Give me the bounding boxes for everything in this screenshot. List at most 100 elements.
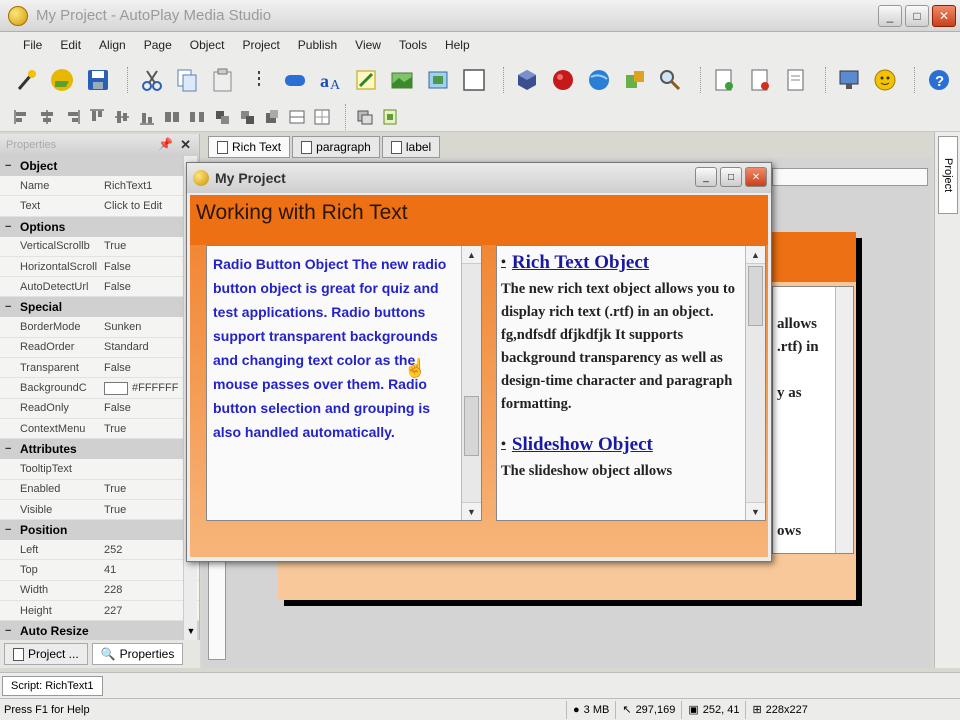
project-dock-tab[interactable]: Project [938,136,958,214]
scroll-up-icon[interactable]: ▲ [462,246,481,264]
design-rich-text-object[interactable]: allows .rtf) in y as ows [772,286,854,554]
label-object-icon[interactable]: aA [316,65,345,95]
menu-view[interactable]: View [346,38,390,52]
property-row[interactable]: BorderMode Sunken [0,317,199,338]
image-object-icon[interactable] [388,65,417,95]
menu-edit[interactable]: Edit [51,38,90,52]
radio-button-rich-text[interactable]: Radio Button Object The new radio button… [206,245,482,521]
same-width-icon[interactable] [262,107,282,127]
property-row[interactable]: HorizontalScroll False [0,257,199,278]
property-row[interactable]: VerticalScrollb True [0,237,199,257]
help-icon[interactable]: ? [924,65,953,95]
scroll-up-icon[interactable]: ▲ [746,246,765,264]
scroll-thumb[interactable] [748,266,763,326]
grid-icon[interactable] [312,107,332,127]
preview-maximize-button[interactable]: □ [720,167,742,187]
align-center-icon[interactable] [37,107,57,127]
rich-text-scrollbar[interactable] [835,287,853,553]
same-height-icon[interactable] [287,107,307,127]
menu-page[interactable]: Page [135,38,181,52]
property-row[interactable]: ContextMenu True [0,419,199,440]
color-swatch[interactable] [104,381,128,395]
preview-minimize-button[interactable]: _ [695,167,717,187]
property-row[interactable]: AutoDetectUrl False [0,277,199,298]
menu-file[interactable]: File [14,38,51,52]
menu-object[interactable]: Object [181,38,234,52]
align-bottom-icon[interactable] [137,107,157,127]
property-row[interactable]: ReadOnly False [0,399,199,419]
paragraph-object-icon[interactable] [352,65,381,95]
globe-icon[interactable] [584,65,613,95]
align-left-icon[interactable] [12,107,32,127]
rich-text-heading[interactable]: • Rich Text Object [501,248,741,278]
align-middle-icon[interactable] [112,107,132,127]
menu-tools[interactable]: Tools [390,38,436,52]
heading-link[interactable]: Rich Text Object [512,248,649,278]
slideshow-heading[interactable]: • Slideshow Object [501,430,741,460]
property-row[interactable]: Height 227 [0,601,199,622]
align-top-icon[interactable] [87,107,107,127]
close-button[interactable]: ✕ [932,5,956,27]
preview-close-button[interactable]: ✕ [745,167,767,187]
tab-paragraph[interactable]: paragraph [292,136,380,158]
cut-icon[interactable] [137,65,166,95]
tab-rich-text[interactable]: Rich Text [208,136,291,158]
property-row[interactable]: Visible True [0,500,199,521]
property-group[interactable]: Auto Resize [0,621,199,642]
property-group[interactable]: Options [0,216,199,237]
script-tab[interactable]: Script: RichText1 [2,676,103,696]
property-row[interactable]: ReadOrder Standard [0,338,199,359]
group-icon[interactable] [162,107,182,127]
new-page-icon[interactable] [710,65,739,95]
scroll-down-icon[interactable]: ▼ [746,502,765,520]
button-object-icon[interactable] [280,65,309,95]
open-folder-icon[interactable] [48,65,77,95]
property-group[interactable]: Attributes [0,439,199,460]
property-row[interactable]: Width 228 [0,581,199,602]
scroll-down-icon[interactable]: ▼ [185,626,197,638]
page-remove-icon[interactable] [745,65,774,95]
page-properties-icon[interactable] [781,65,810,95]
property-row[interactable]: Left 252 [0,540,199,561]
close-panel-icon[interactable]: ✕ [180,137,191,153]
maximize-button[interactable]: □ [905,5,929,27]
property-row[interactable]: TooltipText [0,459,199,480]
plugin-icon[interactable] [620,65,649,95]
property-row[interactable]: Top 41 [0,560,199,581]
property-row[interactable]: BackgroundC #FFFFFF [0,378,199,399]
menu-publish[interactable]: Publish [289,38,346,52]
property-row[interactable]: Enabled True [0,480,199,500]
menu-help[interactable]: Help [436,38,479,52]
smiley-icon[interactable] [871,65,900,95]
copy-icon[interactable] [173,65,202,95]
heading-link[interactable]: Slideshow Object [512,430,653,460]
paste-icon[interactable] [209,65,238,95]
scroll-down-icon[interactable]: ▼ [462,502,481,520]
menu-project[interactable]: Project [233,38,288,52]
property-group[interactable]: Special [0,297,199,318]
monitor-icon[interactable] [835,65,864,95]
flash-object-icon[interactable] [423,65,452,95]
ungroup-icon[interactable] [187,107,207,127]
save-icon[interactable] [84,65,113,95]
property-group[interactable]: Position [0,520,199,541]
rich-text-object[interactable]: • Rich Text Object The new rich text obje… [496,245,766,521]
rich-text-scrollbar[interactable]: ▲ ▼ [745,246,765,520]
magic-wand-icon[interactable] [12,65,41,95]
property-row[interactable]: Transparent False [0,358,199,379]
minimize-button[interactable]: _ [878,5,902,27]
unlock-icon[interactable] [237,107,257,127]
menu-align[interactable]: Align [90,38,135,52]
align-right-icon[interactable] [62,107,82,127]
pin-icon[interactable]: 📌 [158,137,173,151]
arrange-icon[interactable] [380,107,400,127]
undo-icon[interactable] [245,65,274,95]
property-row[interactable]: Name RichText1 [0,176,199,197]
tab-project[interactable]: Project ... [4,643,88,665]
scroll-thumb[interactable] [464,396,479,456]
search-icon[interactable] [656,65,685,95]
video-object-icon[interactable] [459,65,488,95]
property-row[interactable]: Text Click to Edit [0,196,199,217]
property-group[interactable]: Object [0,156,199,176]
lock-icon[interactable] [212,107,232,127]
